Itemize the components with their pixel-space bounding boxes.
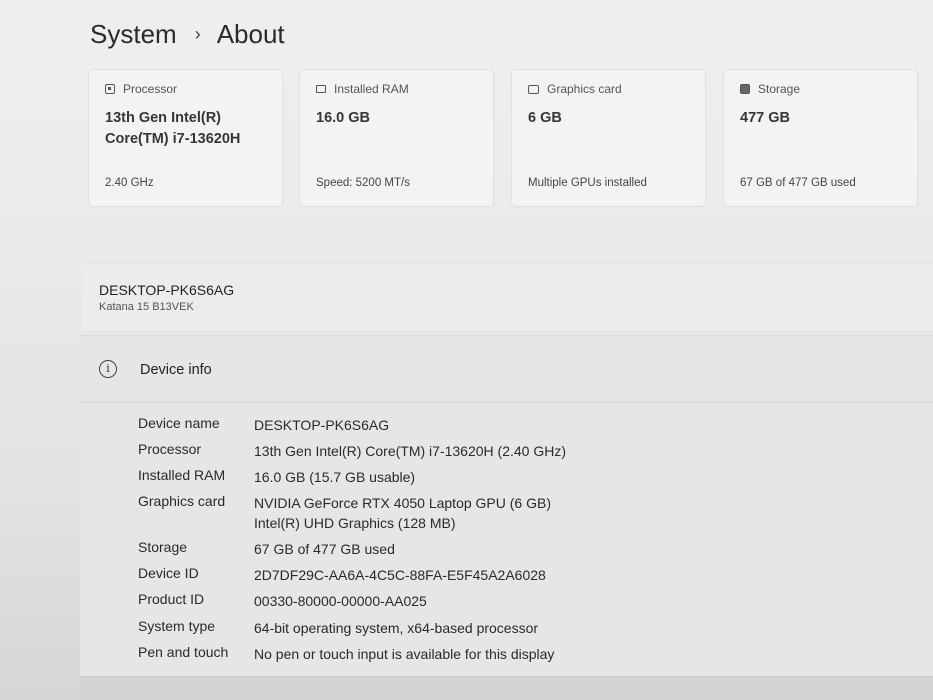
- card-title: Processor: [123, 82, 178, 96]
- device-info-panel: i Device info Device name DESKTOP-PK6S6A…: [80, 335, 933, 681]
- processor-icon: [105, 84, 115, 94]
- card-title: Installed RAM: [334, 82, 409, 96]
- spec-cards: Processor 13th Gen Intel(R) Core(TM) i7-…: [88, 69, 918, 207]
- card-subtext: Multiple GPUs installed: [528, 177, 647, 189]
- spec-label: Processor: [138, 441, 202, 457]
- device-info-header[interactable]: i Device info: [80, 336, 933, 403]
- chevron-right-icon: ›: [194, 23, 201, 44]
- device-name-panel: DESKTOP-PK6S6AG Katana 15 B13VEK: [82, 262, 933, 330]
- spec-value: NVIDIA GeForce RTX 4050 Laptop GPU (6 GB…: [254, 495, 551, 531]
- spec-label: System type: [138, 618, 216, 634]
- installed-ram-card: Installed RAM 16.0 GB Speed: 5200 MT/s: [299, 69, 494, 207]
- storage-icon: [740, 84, 750, 94]
- spec-value: 16.0 GB (15.7 GB usable): [254, 469, 416, 485]
- card-value: 13th Gen Intel(R) Core(TM) i7-13620H: [105, 110, 241, 147]
- device-info-title: Device info: [140, 362, 212, 378]
- spec-label: Product ID: [138, 591, 205, 607]
- spec-label: Device ID: [138, 565, 199, 581]
- ram-icon: [316, 85, 326, 93]
- breadcrumb: System › About: [90, 14, 285, 54]
- card-subtext: 2.40 GHz: [105, 177, 154, 189]
- spec-value: 2D7DF29C-AA6A-4C5C-88FA-E5F45A2A6028: [254, 567, 546, 583]
- spec-label: Graphics card: [138, 493, 226, 509]
- storage-card: Storage 477 GB 67 GB of 477 GB used: [723, 69, 918, 207]
- card-subtext: 67 GB of 477 GB used: [740, 177, 856, 189]
- card-value: 477 GB: [740, 110, 790, 126]
- info-icon: i: [99, 360, 117, 378]
- card-subtext: Speed: 5200 MT/s: [316, 177, 410, 189]
- next-panel-edge: [80, 676, 933, 700]
- spec-label: Device name: [138, 415, 220, 431]
- card-title: Graphics card: [547, 82, 622, 96]
- card-value: 6 GB: [528, 110, 562, 126]
- page-title: About: [216, 18, 285, 49]
- spec-label: Pen and touch: [138, 644, 229, 660]
- card-value: 16.0 GB: [316, 110, 370, 126]
- graphics-card-card: Graphics card 6 GB Multiple GPUs install…: [511, 69, 706, 207]
- spec-value: 64-bit operating system, x64-based proce…: [254, 620, 539, 636]
- processor-card: Processor 13th Gen Intel(R) Core(TM) i7-…: [88, 69, 283, 207]
- spec-value: DESKTOP-PK6S6AG: [254, 417, 390, 433]
- spec-label: Storage: [138, 539, 188, 555]
- graphics-card-icon: [528, 84, 539, 94]
- device-model: Katana 15 B13VEK: [99, 301, 194, 313]
- device-name: DESKTOP-PK6S6AG: [99, 282, 235, 298]
- spec-value: No pen or touch input is available for t…: [254, 646, 555, 662]
- card-title: Storage: [758, 82, 801, 96]
- spec-value: 67 GB of 477 GB used: [254, 541, 395, 557]
- spec-value: 00330-80000-00000-AA025: [254, 593, 427, 609]
- spec-label: Installed RAM: [138, 467, 226, 483]
- breadcrumb-parent-link[interactable]: System: [90, 19, 177, 50]
- spec-value: 13th Gen Intel(R) Core(TM) i7-13620H (2.…: [254, 443, 566, 459]
